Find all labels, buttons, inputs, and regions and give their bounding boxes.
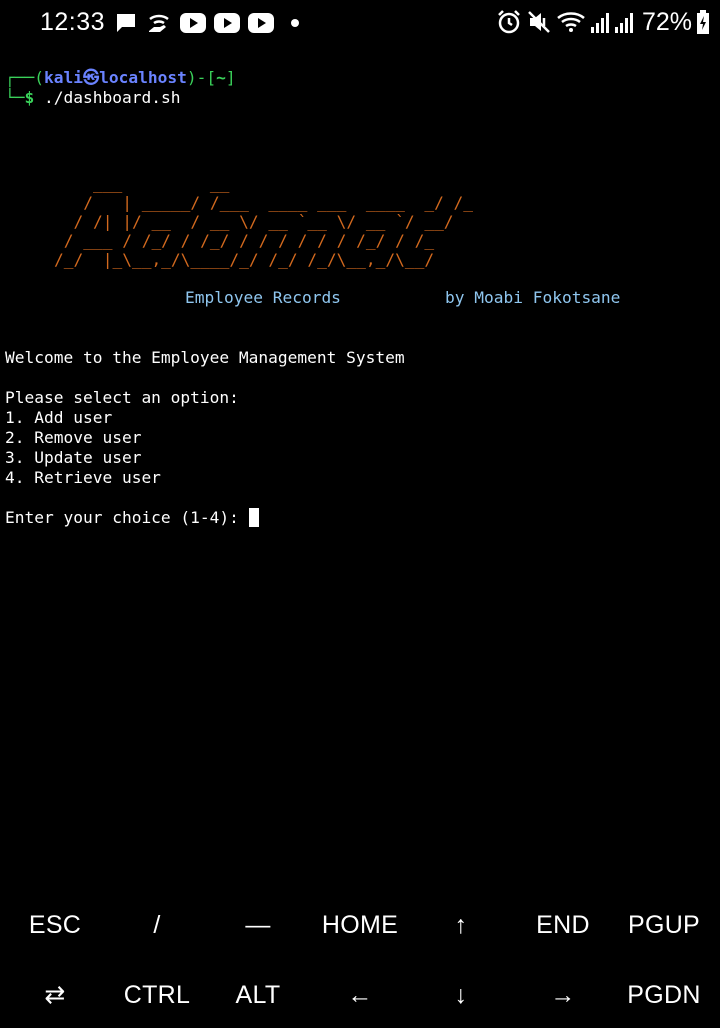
key-right-arrow[interactable]: → [512, 962, 614, 1028]
prompt-user-host: kali㉿localhost [43, 68, 187, 87]
command-line: └─$ ./dashboard.sh [5, 88, 180, 108]
subtitle-author: by Moabi Fokotsane [445, 288, 621, 307]
key-up-arrow[interactable]: ↑ [410, 892, 512, 958]
signal-icon [614, 13, 633, 33]
message-icon [117, 14, 135, 32]
menu-option: 3. Update user [5, 448, 142, 467]
prompt-line: ┌──(kali㉿localhost)-[~] [5, 68, 236, 87]
battery-percent: 72% [641, 7, 692, 36]
banner-ascii-art: ___ __ / | _____/ /___ ____ ___ ____ _/ … [53, 174, 474, 269]
key-slash[interactable]: / [106, 892, 208, 958]
key-end[interactable]: END [512, 892, 614, 958]
status-bar: 12:33 72% [0, 0, 720, 46]
key-alt[interactable]: ALT [207, 962, 309, 1028]
key-pgdn[interactable]: PGDN [613, 962, 715, 1028]
wifi-share-icon [149, 14, 169, 32]
command-text: ./dashboard.sh [44, 88, 181, 107]
key-dash[interactable]: — [207, 892, 309, 958]
wifi-icon [557, 12, 585, 32]
key-tab[interactable]: ⇄ [4, 962, 106, 1028]
input-line[interactable]: Enter your choice (1-4): [5, 508, 259, 528]
youtube-icon [248, 13, 274, 33]
youtube-icon [180, 13, 206, 33]
input-prompt: Enter your choice (1-4): [5, 508, 249, 527]
more-dot-icon [291, 19, 299, 27]
signal-icon [590, 13, 609, 33]
text-cursor [248, 508, 259, 527]
status-time: 12:33 [40, 8, 106, 36]
select-prompt: Please select an option: [5, 388, 239, 407]
alarm-icon [498, 10, 520, 34]
key-ctrl[interactable]: CTRL [106, 962, 208, 1028]
system-icons: 72% [496, 8, 710, 36]
key-home[interactable]: HOME [309, 892, 411, 958]
menu-option: 4. Retrieve user [5, 468, 161, 487]
notification-icons [114, 10, 308, 36]
prompt-symbol: └─$ [5, 88, 35, 107]
menu-option: 1. Add user [5, 408, 113, 427]
prompt-dir: ~ [216, 68, 226, 87]
menu-option: 2. Remove user [5, 428, 142, 447]
mute-icon [528, 11, 550, 33]
terminal-output[interactable]: ┌──(kali㉿localhost)-[~] └─$ ./dashboard.… [5, 68, 720, 527]
extra-keys-bar: ESC / — HOME ↑ END PGUP ⇄ CTRL ALT ← ↓ →… [0, 890, 720, 1028]
battery-charging-icon [697, 10, 709, 34]
key-pgup[interactable]: PGUP [613, 892, 715, 958]
subtitle-employee-records: Employee Records [185, 288, 341, 307]
key-left-arrow[interactable]: ← [309, 962, 411, 1028]
key-down-arrow[interactable]: ↓ [410, 962, 512, 1028]
welcome-text: Welcome to the Employee Management Syste… [5, 348, 405, 367]
key-esc[interactable]: ESC [4, 892, 106, 958]
youtube-icon [214, 13, 240, 33]
